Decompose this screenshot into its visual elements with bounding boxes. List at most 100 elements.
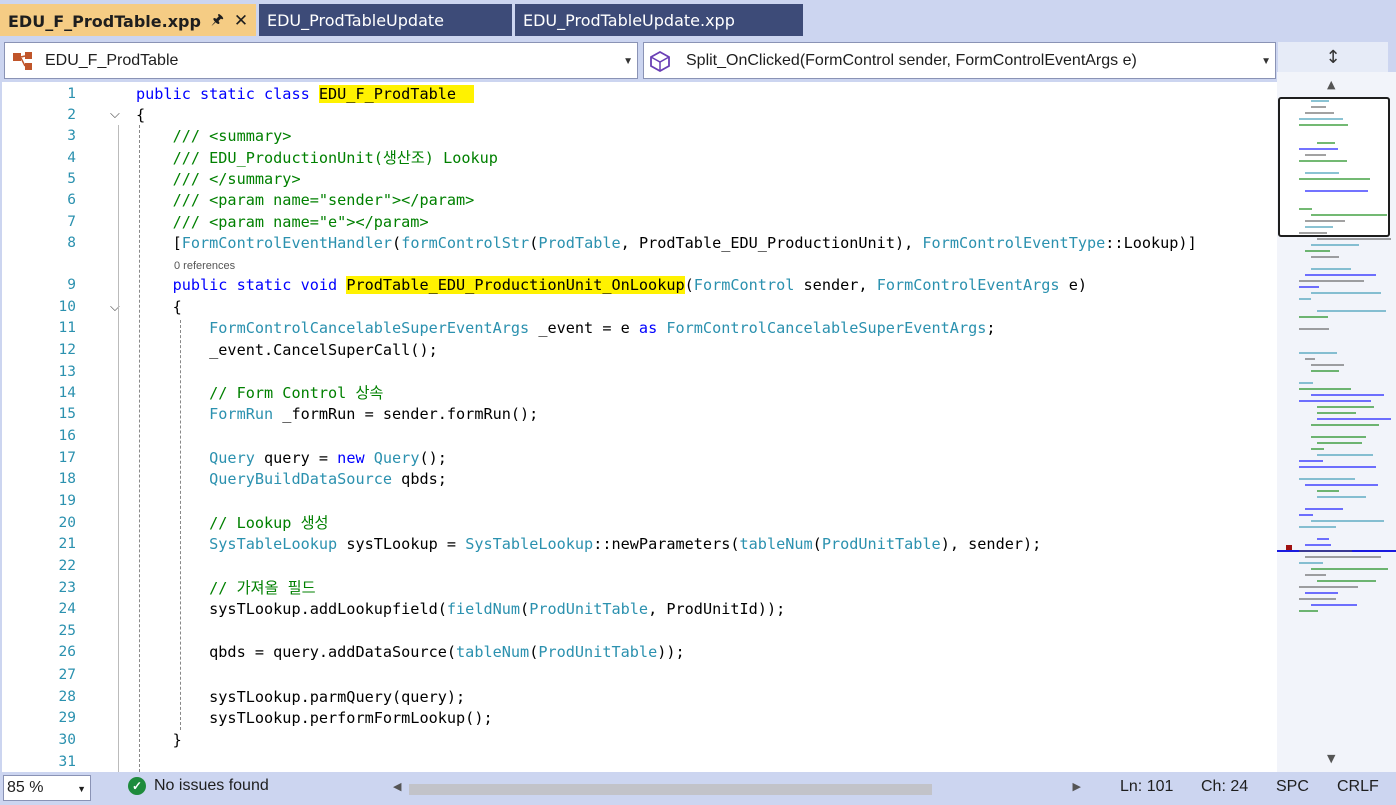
code-token: tableNum (739, 535, 813, 553)
code-line[interactable]: 3 /// <summary> (2, 126, 1277, 147)
whitespace-indicator[interactable]: SPC (1276, 778, 1309, 796)
code-line[interactable]: 11 FormControlCancelableSuperEventArgs _… (2, 318, 1277, 339)
code-token: ::newParameters( (593, 535, 740, 553)
code-token: FormControlEventArgs (876, 276, 1060, 294)
line-number: 13 (58, 364, 76, 380)
code-token: _formRun = sender.formRun(); (273, 405, 539, 423)
tab-edu-prodtableupdate[interactable]: EDU_ProdTableUpdate (259, 4, 512, 36)
minimap-code-line (1311, 214, 1387, 216)
code-minimap[interactable]: ▲ ▼ (1277, 72, 1396, 772)
line-number: 16 (58, 428, 76, 444)
tab-edu-f-prodtable-xpp[interactable]: EDU_F_ProdTable.xpp 🖈 ✕ (0, 4, 256, 36)
status-bar: 85 % ▼ ✓ No issues found ◀ ▶ Ln: 101 Ch:… (0, 772, 1396, 805)
line-number: 30 (58, 732, 76, 748)
line-number: 12 (58, 342, 76, 358)
code-line[interactable]: 12 _event.CancelSuperCall(); (2, 340, 1277, 361)
tab-edu-prodtableupdate-xpp[interactable]: EDU_ProdTableUpdate.xpp (515, 4, 803, 36)
scroll-left-icon[interactable]: ◀ (393, 780, 401, 793)
code-line[interactable]: 17 Query query = new Query(); (2, 448, 1277, 469)
column-indicator[interactable]: Ch: 24 (1201, 778, 1248, 796)
pin-icon[interactable]: 🖈 (211, 9, 224, 33)
minimap-code-line (1299, 232, 1327, 234)
line-number: 10 (58, 299, 76, 315)
scroll-up-icon[interactable]: ▲ (1327, 78, 1335, 91)
code-token: ; (986, 319, 996, 337)
code-line[interactable]: 1 public static class EDU_F_ProdTable (2, 84, 1277, 105)
code-editor[interactable]: 0 references ⌵ ⌵ 1 public static class ED… (0, 82, 1277, 772)
code-lens-references[interactable]: 0 references (174, 260, 235, 272)
code-text: _event.CancelSuperCall(); (136, 340, 438, 361)
code-line[interactable]: 22 (2, 556, 1277, 577)
minimap-code-line (1305, 172, 1339, 174)
code-token: )); (657, 643, 685, 661)
code-line[interactable]: 7 /// <param name="e"></param> (2, 212, 1277, 233)
code-token: ), sender); (940, 535, 1042, 553)
code-line[interactable]: 23 // 가져올 필드 (2, 578, 1277, 599)
code-line[interactable]: 6 /// <param name="sender"></param> (2, 190, 1277, 211)
code-line[interactable]: 25 (2, 621, 1277, 642)
code-text: FormRun _formRun = sender.formRun(); (136, 404, 538, 425)
code-line[interactable]: 27 (2, 665, 1277, 686)
code-token: sender, (794, 276, 877, 294)
issues-text: No issues found (154, 777, 269, 794)
code-line[interactable]: 29 sysTLookup.performFormLookup(); (2, 708, 1277, 729)
tab-label: EDU_ProdTableUpdate.xpp (523, 10, 735, 30)
code-token: qbds = query.addDataSource( (136, 643, 457, 661)
code-line[interactable]: 15 FormRun _formRun = sender.formRun(); (2, 404, 1277, 425)
line-number: 3 (67, 128, 76, 144)
code-token: { (136, 298, 182, 316)
zoom-dropdown[interactable]: 85 % ▼ (3, 775, 91, 801)
code-text: { (136, 105, 145, 126)
scroll-down-icon[interactable]: ▼ (1327, 752, 1335, 765)
minimap-code-line (1317, 538, 1329, 540)
code-line[interactable]: 18 QueryBuildDataSource qbds; (2, 469, 1277, 490)
horizontal-scrollbar[interactable]: ◀ ▶ (393, 780, 1083, 796)
code-line[interactable]: 21 SysTableLookup sysTLookup = SysTableL… (2, 534, 1277, 555)
minimap-code-line (1305, 592, 1338, 594)
code-line[interactable]: 31 (2, 752, 1277, 772)
code-line[interactable]: 30 } (2, 730, 1277, 751)
minimap-code-line (1299, 352, 1337, 354)
line-number: 4 (67, 150, 76, 166)
code-line[interactable]: 4 /// EDU_ProductionUnit(생산조) Lookup (2, 148, 1277, 169)
code-line[interactable]: 8 [FormControlEventHandler(formControlSt… (2, 233, 1277, 254)
code-line[interactable]: 13 (2, 362, 1277, 383)
code-line[interactable]: 9 public static void ProdTable_EDU_Produ… (2, 275, 1277, 296)
code-token: { (136, 106, 146, 124)
code-text: FormControlCancelableSuperEventArgs _eve… (136, 318, 996, 339)
code-line[interactable]: 19 (2, 491, 1277, 512)
code-text: /// EDU_ProductionUnit(생산조) Lookup (136, 148, 498, 169)
minimap-code-line (1305, 544, 1331, 546)
code-line[interactable]: 14 // Form Control 상속 (2, 383, 1277, 404)
line-number: 1 (67, 86, 76, 102)
code-token: ProdUnitTable (529, 600, 649, 618)
line-number-indicator[interactable]: Ln: 101 (1120, 778, 1173, 796)
scrollbar-thumb[interactable] (409, 784, 932, 795)
code-token: /// <param name="sender"></param> (136, 191, 475, 209)
line-ending-indicator[interactable]: CRLF (1337, 778, 1379, 796)
code-token: FormControlCancelableSuperEventArgs (666, 319, 987, 337)
minimap-code-line (1317, 310, 1386, 312)
type-dropdown-value: EDU_F_ProdTable (45, 51, 179, 69)
minimap-code-line (1311, 448, 1324, 450)
code-token: ProdUnitTable (538, 643, 658, 661)
member-dropdown[interactable]: Split_OnClicked(FormControl sender, Form… (643, 42, 1276, 79)
minimap-code-line (1299, 586, 1358, 588)
code-text: public static void ProdTable_EDU_Product… (136, 275, 1087, 296)
code-token: e) (1059, 276, 1087, 294)
code-line[interactable]: 24 sysTLookup.addLookupfield(fieldNum(Pr… (2, 599, 1277, 620)
code-line[interactable]: 28 sysTLookup.parmQuery(query); (2, 687, 1277, 708)
code-line[interactable]: 20 // Lookup 생성 (2, 513, 1277, 534)
type-dropdown[interactable]: EDU_F_ProdTable ▼ (4, 42, 638, 79)
code-line[interactable]: 10 { (2, 297, 1277, 318)
code-line[interactable]: 5 /// </summary> (2, 169, 1277, 190)
code-line[interactable]: 26 qbds = query.addDataSource(tableNum(P… (2, 642, 1277, 663)
scroll-right-icon[interactable]: ▶ (1073, 780, 1081, 793)
code-line[interactable]: 2{ (2, 105, 1277, 126)
code-token: Query (373, 449, 420, 467)
code-line[interactable]: 16 (2, 426, 1277, 447)
issues-indicator[interactable]: ✓ No issues found (128, 777, 269, 795)
line-number: 18 (58, 471, 76, 487)
split-window-icon[interactable]: ↕ (1278, 42, 1388, 72)
close-icon[interactable]: ✕ (234, 11, 248, 31)
